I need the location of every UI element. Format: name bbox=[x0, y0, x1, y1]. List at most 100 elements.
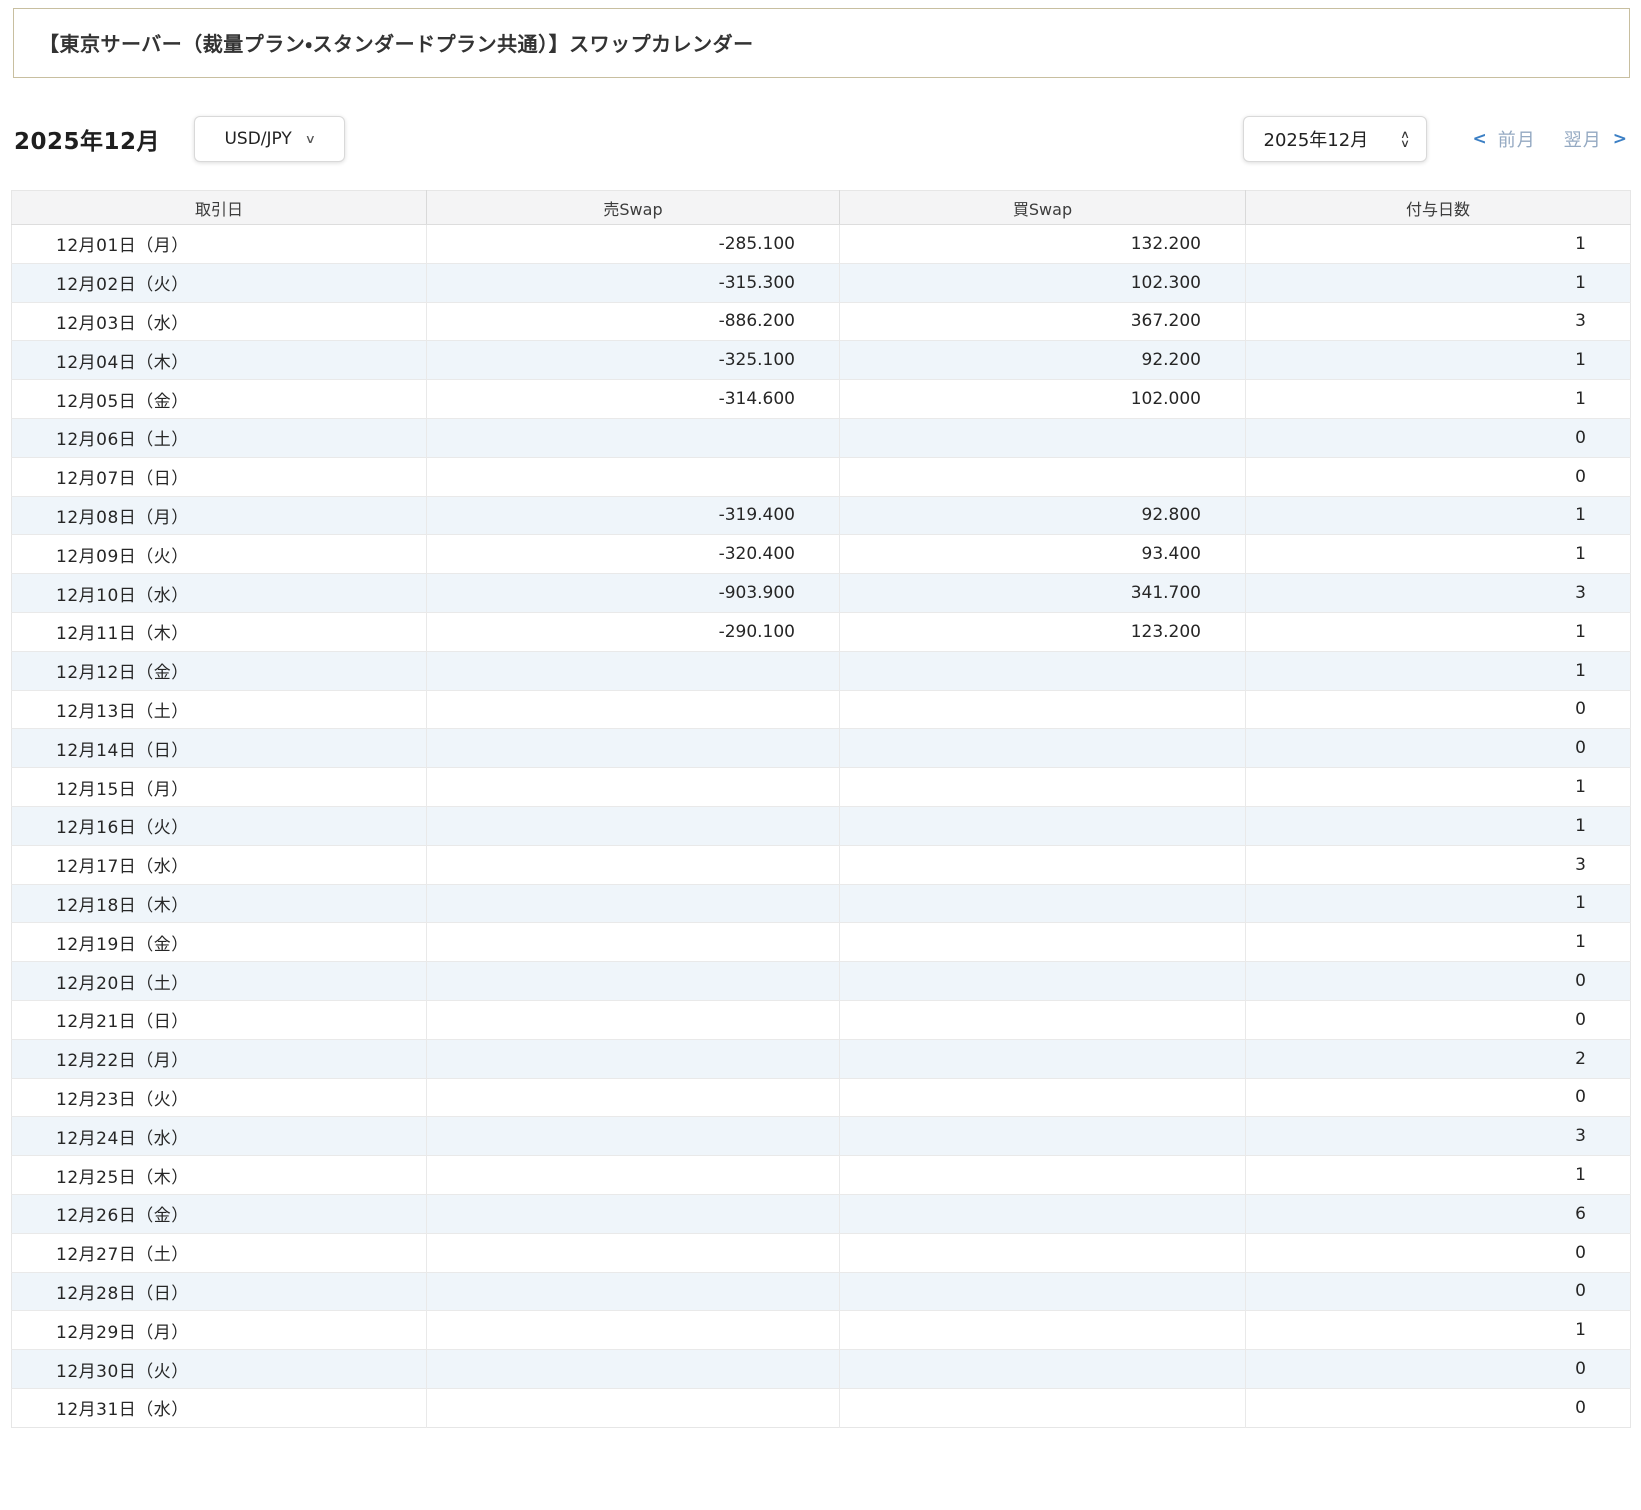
cell-trade-date: 12月15日（月） bbox=[11, 767, 427, 807]
cell-buy-swap bbox=[839, 456, 1246, 497]
page-title: 【東京サーバー（裁量プラン・スタンダードプラン共通）】スワップカレンダー bbox=[13, 8, 1630, 78]
spinner-down-icon[interactable]: ∨ bbox=[1400, 138, 1410, 149]
cell-sell-swap bbox=[426, 1077, 840, 1117]
table-row: 12月16日（火） 1 bbox=[11, 805, 1631, 846]
table-row: 12月13日（土） 0 bbox=[11, 689, 1631, 729]
table-row: 12月15日（月） 1 bbox=[11, 767, 1631, 807]
cell-grant-days: 3 bbox=[1245, 301, 1631, 341]
cell-buy-swap bbox=[839, 1193, 1246, 1234]
table-row: 12月20日（土） 0 bbox=[11, 961, 1631, 1001]
currency-pair-select[interactable]: USD/JPY ∨ bbox=[194, 115, 346, 162]
cell-sell-swap bbox=[426, 999, 840, 1040]
column-header-sell-swap: 売Swap bbox=[426, 190, 840, 225]
cell-grant-days: 0 bbox=[1245, 1387, 1631, 1428]
cell-buy-swap bbox=[839, 922, 1246, 962]
cell-trade-date: 12月02日（火） bbox=[11, 262, 427, 303]
prev-month-link[interactable]: < 前月 bbox=[1473, 126, 1536, 152]
cell-grant-days: 1 bbox=[1245, 611, 1631, 652]
cell-buy-swap: 102.000 bbox=[839, 379, 1246, 419]
table-row: 12月30日（火） 0 bbox=[11, 1349, 1631, 1389]
table-row: 12月21日（日） 0 bbox=[11, 999, 1631, 1040]
cell-grant-days: 1 bbox=[1245, 495, 1631, 535]
table-row: 12月14日（日） 0 bbox=[11, 728, 1631, 768]
cell-grant-days: 1 bbox=[1245, 262, 1631, 303]
current-month-heading: 2025年12月 bbox=[14, 128, 161, 155]
cell-trade-date: 12月21日（日） bbox=[11, 999, 427, 1040]
cell-trade-date: 12月08日（月） bbox=[11, 495, 427, 535]
cell-buy-swap: 367.200 bbox=[839, 301, 1246, 341]
table-row: 12月12日（金） 1 bbox=[11, 650, 1631, 691]
cell-sell-swap bbox=[426, 1232, 840, 1273]
cell-trade-date: 12月30日（火） bbox=[11, 1349, 427, 1389]
table-row: 12月09日（火） -320.400 93.400 1 bbox=[11, 534, 1631, 574]
cell-trade-date: 12月05日（金） bbox=[11, 379, 427, 419]
cell-sell-swap bbox=[426, 1155, 840, 1195]
cell-trade-date: 12月24日（水） bbox=[11, 1116, 427, 1156]
cell-trade-date: 12月22日（月） bbox=[11, 1038, 427, 1079]
cell-grant-days: 1 bbox=[1245, 1155, 1631, 1195]
table-row: 12月07日（日） 0 bbox=[11, 456, 1631, 497]
cell-sell-swap bbox=[426, 1271, 840, 1311]
cell-grant-days: 1 bbox=[1245, 805, 1631, 846]
cell-trade-date: 12月19日（金） bbox=[11, 922, 427, 962]
cell-trade-date: 12月13日（土） bbox=[11, 689, 427, 729]
cell-sell-swap bbox=[426, 1193, 840, 1234]
table-row: 12月10日（水） -903.900 341.700 3 bbox=[11, 573, 1631, 613]
cell-grant-days: 3 bbox=[1245, 844, 1631, 885]
cell-grant-days: 0 bbox=[1245, 728, 1631, 768]
toolbar: 2025年12月 USD/JPY ∨ 2025年12月 ∧ ∨ < 前月 翌月 … bbox=[14, 115, 1627, 162]
cell-buy-swap bbox=[839, 1116, 1246, 1156]
cell-grant-days: 1 bbox=[1245, 224, 1631, 264]
cell-buy-swap bbox=[839, 844, 1246, 885]
cell-sell-swap bbox=[426, 1349, 840, 1389]
cell-sell-swap: -325.100 bbox=[426, 340, 840, 380]
cell-grant-days: 0 bbox=[1245, 999, 1631, 1040]
cell-grant-days: 0 bbox=[1245, 1077, 1631, 1117]
cell-buy-swap bbox=[839, 1155, 1246, 1195]
cell-sell-swap bbox=[426, 805, 840, 846]
table-row: 12月18日（木） 1 bbox=[11, 883, 1631, 923]
chevron-down-icon: ∨ bbox=[304, 131, 316, 146]
table-row: 12月22日（月） 2 bbox=[11, 1038, 1631, 1079]
cell-buy-swap bbox=[839, 1387, 1246, 1428]
cell-sell-swap bbox=[426, 1310, 840, 1350]
cell-trade-date: 12月06日（土） bbox=[11, 417, 427, 458]
cell-buy-swap bbox=[839, 1349, 1246, 1389]
cell-buy-swap: 132.200 bbox=[839, 224, 1246, 264]
cell-sell-swap: -903.900 bbox=[426, 573, 840, 613]
month-spinner[interactable]: 2025年12月 ∧ ∨ bbox=[1242, 115, 1427, 162]
cell-sell-swap bbox=[426, 456, 840, 497]
cell-buy-swap: 102.300 bbox=[839, 262, 1246, 303]
table-row: 12月08日（月） -319.400 92.800 1 bbox=[11, 495, 1631, 535]
cell-trade-date: 12月01日（月） bbox=[11, 224, 427, 264]
next-month-link[interactable]: 翌月 > bbox=[1564, 126, 1627, 152]
cell-sell-swap bbox=[426, 961, 840, 1001]
month-navigation: < 前月 翌月 > bbox=[1473, 126, 1628, 152]
cell-buy-swap bbox=[839, 999, 1246, 1040]
cell-buy-swap bbox=[839, 1310, 1246, 1350]
cell-sell-swap: -886.200 bbox=[426, 301, 840, 341]
cell-trade-date: 12月16日（火） bbox=[11, 805, 427, 846]
cell-sell-swap: -314.600 bbox=[426, 379, 840, 419]
cell-trade-date: 12月18日（木） bbox=[11, 883, 427, 923]
cell-trade-date: 12月03日（水） bbox=[11, 301, 427, 341]
table-row: 12月06日（土） 0 bbox=[11, 417, 1631, 458]
cell-grant-days: 1 bbox=[1245, 883, 1631, 923]
cell-grant-days: 0 bbox=[1245, 1349, 1631, 1389]
cell-trade-date: 12月07日（日） bbox=[11, 456, 427, 497]
cell-trade-date: 12月31日（水） bbox=[11, 1387, 427, 1428]
cell-grant-days: 0 bbox=[1245, 1271, 1631, 1311]
column-header-grant-days: 付与日数 bbox=[1245, 190, 1631, 225]
cell-grant-days: 1 bbox=[1245, 340, 1631, 380]
cell-buy-swap bbox=[839, 728, 1246, 768]
cell-trade-date: 12月27日（土） bbox=[11, 1232, 427, 1273]
cell-sell-swap: -319.400 bbox=[426, 495, 840, 535]
cell-grant-days: 3 bbox=[1245, 573, 1631, 613]
cell-trade-date: 12月17日（水） bbox=[11, 844, 427, 885]
month-spinner-arrows: ∧ ∨ bbox=[1400, 129, 1410, 149]
cell-sell-swap bbox=[426, 1387, 840, 1428]
cell-grant-days: 6 bbox=[1245, 1193, 1631, 1234]
cell-grant-days: 3 bbox=[1245, 1116, 1631, 1156]
cell-buy-swap bbox=[839, 805, 1246, 846]
table-row: 12月26日（金） 6 bbox=[11, 1193, 1631, 1234]
